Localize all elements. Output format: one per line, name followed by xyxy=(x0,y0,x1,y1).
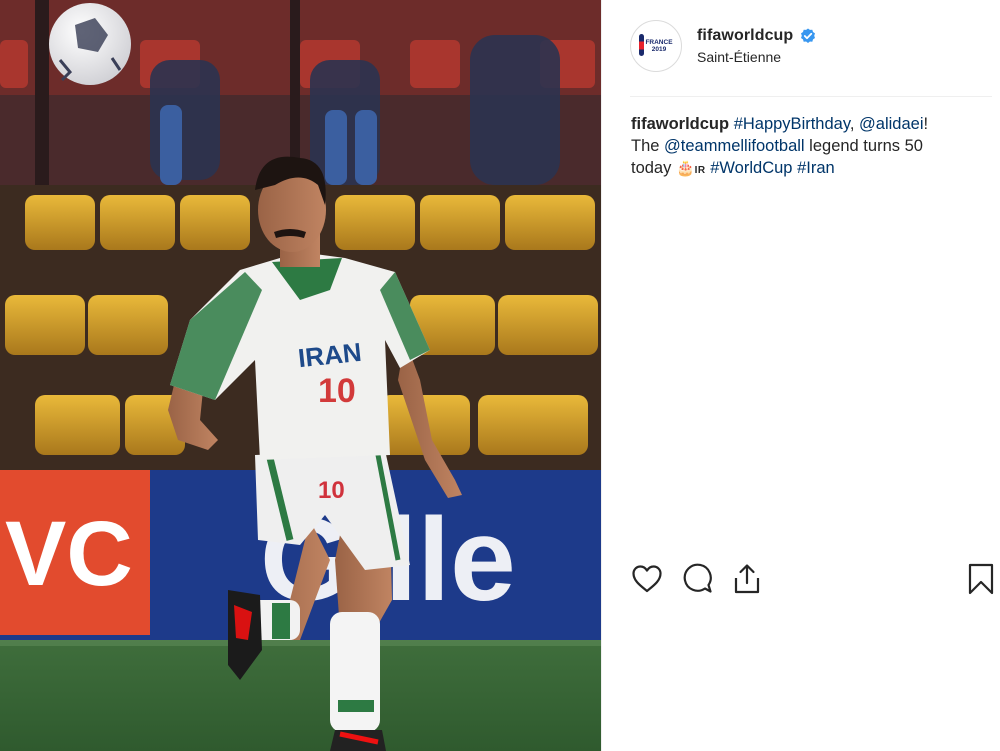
username-link[interactable]: fifaworldcup xyxy=(697,27,793,45)
logo-text: FRANCE 2019 xyxy=(645,39,673,53)
heart-icon xyxy=(632,565,662,593)
caption-today: today xyxy=(631,159,676,177)
share-button[interactable] xyxy=(730,562,764,596)
jersey-number: 10 xyxy=(318,372,356,410)
bookmark-icon xyxy=(968,563,994,595)
post-header: FRANCE 2019 fifaworldcup Saint-Étienne xyxy=(630,20,816,72)
caption-username[interactable]: fifaworldcup xyxy=(631,115,729,133)
verified-badge-icon xyxy=(800,28,816,44)
save-button[interactable] xyxy=(964,562,998,596)
post-caption: fifaworldcup #HappyBirthday, @alidaei! T… xyxy=(631,113,971,182)
share-icon xyxy=(734,564,760,594)
shorts-number: 10 xyxy=(318,477,345,504)
cake-emoji: 🎂 xyxy=(675,160,695,177)
hashtag-iran[interactable]: #Iran xyxy=(797,159,835,177)
fifa-womens-worldcup-logo: FRANCE 2019 xyxy=(636,26,676,66)
caption-the: The xyxy=(631,137,665,155)
caption-exclaim: ! xyxy=(923,115,929,133)
post-photo[interactable]: VC Gille xyxy=(0,0,601,751)
username-row: fifaworldcup xyxy=(697,27,816,45)
caption-legend-text: legend turns 50 xyxy=(804,137,923,155)
caption-comma: , xyxy=(849,115,860,133)
logo-trophy-figure xyxy=(639,34,644,56)
avatar[interactable]: FRANCE 2019 xyxy=(630,20,682,72)
photo-illustration: VC Gille xyxy=(0,0,601,751)
ad-left-text: VC xyxy=(5,503,133,605)
iran-flag-emoji: IR xyxy=(694,165,706,176)
comment-icon xyxy=(683,563,712,593)
comment-button[interactable] xyxy=(680,562,714,596)
post-actions xyxy=(630,562,996,596)
mention-alidaei[interactable]: @alidaei xyxy=(859,115,923,133)
football xyxy=(49,3,131,85)
mention-teammellifootball[interactable]: @teammellifootball xyxy=(664,137,805,155)
hashtag-worldcup[interactable]: #WorldCup xyxy=(710,159,792,177)
like-button[interactable] xyxy=(630,562,664,596)
hashtag-happybirthday[interactable]: #HappyBirthday xyxy=(734,115,850,133)
header-divider xyxy=(630,96,992,97)
location-link[interactable]: Saint-Étienne xyxy=(697,49,816,65)
post-sidebar: FRANCE 2019 fifaworldcup Saint-Étienne f… xyxy=(601,0,1000,751)
header-text: fifaworldcup Saint-Étienne xyxy=(697,27,816,65)
